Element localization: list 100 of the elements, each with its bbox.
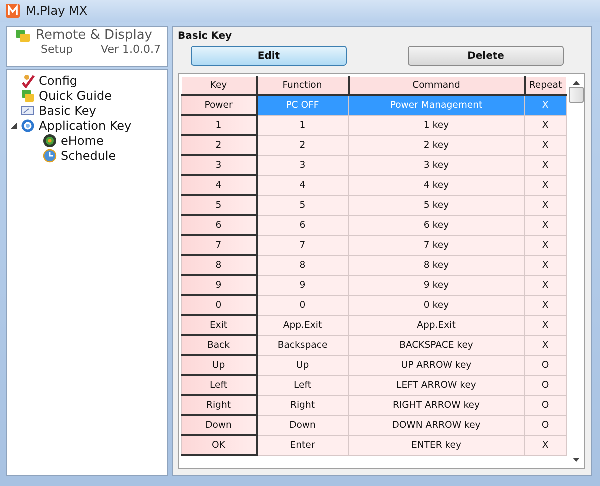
table-cell: 8	[256, 255, 348, 275]
table-row[interactable]: Back Backspace BACKSPACE key X	[182, 335, 566, 355]
table-cell: 5	[182, 195, 256, 215]
table-cell: UP ARROW key	[348, 355, 524, 375]
table-row[interactable]: 1 1 1 key X	[182, 115, 566, 135]
table-cell: O	[524, 375, 566, 395]
table-cell: 5	[256, 195, 348, 215]
table-cell: 4	[256, 175, 348, 195]
table-cell: 0	[256, 295, 348, 315]
table-row[interactable]: 5 5 5 key X	[182, 195, 566, 215]
tree-item[interactable]: Quick Guide	[38, 88, 113, 102]
table-cell: 2	[182, 135, 256, 155]
table-row[interactable]: Left Left LEFT ARROW key O	[182, 375, 566, 395]
tree-item[interactable]: Basic Key	[38, 104, 98, 118]
table-cell: Right	[256, 395, 348, 415]
action-button[interactable]: Edit	[191, 46, 347, 66]
window-title: M.Play MX	[26, 4, 88, 18]
table-cell: 0	[182, 295, 256, 315]
windows-icon	[21, 88, 35, 102]
table-cell: Left	[182, 375, 256, 395]
table-cell: Power Management	[348, 95, 524, 115]
table-cell: 0 key	[348, 295, 524, 315]
table-cell: 9	[182, 275, 256, 295]
table-row[interactable]: Right Right RIGHT ARROW key O	[182, 395, 566, 415]
table-cell: Down	[182, 415, 256, 435]
table-cell: 8	[182, 255, 256, 275]
table-row[interactable]: 8 8 8 key X	[182, 255, 566, 275]
app-name: Remote & Display	[36, 28, 152, 43]
table-cell: OK	[182, 435, 256, 455]
table-cell: O	[524, 355, 566, 375]
table-cell: X	[524, 115, 566, 135]
table-cell: 7 key	[348, 235, 524, 255]
scroll-thumb[interactable]	[569, 87, 584, 103]
version-label: Ver 1.0.0.7	[101, 43, 161, 56]
table-cell: X	[524, 175, 566, 195]
table-cell: DOWN ARROW key	[348, 415, 524, 435]
table-cell: X	[524, 295, 566, 315]
tree-item[interactable]: eHome	[60, 134, 105, 148]
table-cell: Enter	[256, 435, 348, 455]
table-cell: App.Exit	[348, 315, 524, 335]
table-cell: App.Exit	[256, 315, 348, 335]
table-cell: X	[524, 95, 566, 115]
tree-item[interactable]: Application Key	[38, 118, 133, 132]
table-cell: 4 key	[348, 175, 524, 195]
table-row[interactable]: OK Enter ENTER key X	[182, 435, 566, 455]
table-cell: X	[524, 435, 566, 455]
action-button[interactable]: Delete	[408, 46, 564, 66]
table-row[interactable]: Down Down DOWN ARROW key O	[182, 415, 566, 435]
keyboard-icon	[21, 104, 35, 118]
table-row[interactable]: Exit App.Exit App.Exit X	[182, 315, 566, 335]
table-cell: X	[524, 275, 566, 295]
table-cell: Exit	[182, 315, 256, 335]
clock-icon	[43, 148, 57, 162]
table-cell: X	[524, 335, 566, 355]
table-cell: X	[524, 315, 566, 335]
table-row[interactable]: 4 4 4 key X	[182, 175, 566, 195]
table-row[interactable]: 2 2 2 key X	[182, 135, 566, 155]
table-row[interactable]: Up Up UP ARROW key O	[182, 355, 566, 375]
table-cell: 3	[256, 155, 348, 175]
table-row[interactable]: 6 6 6 key X	[182, 215, 566, 235]
user-check-icon	[21, 74, 35, 88]
table-cell: 3 key	[348, 155, 524, 175]
column-header: Function	[256, 76, 348, 95]
table-cell: Right	[182, 395, 256, 415]
table-cell: 7	[182, 235, 256, 255]
table-cell: Down	[256, 415, 348, 435]
table-cell: 9	[256, 275, 348, 295]
table-cell: ENTER key	[348, 435, 524, 455]
table-cell: 5 key	[348, 195, 524, 215]
table-cell: 9 key	[348, 275, 524, 295]
table-cell: Left	[256, 375, 348, 395]
table-cell: Up	[182, 355, 256, 375]
table-row[interactable]: 3 3 3 key X	[182, 155, 566, 175]
scroll-down-icon[interactable]	[573, 458, 580, 462]
table-cell: 7	[256, 235, 348, 255]
table-cell: 1 key	[348, 115, 524, 135]
column-header: Key	[182, 76, 256, 95]
table-cell: Up	[256, 355, 348, 375]
table-row[interactable]: Power PC OFF Power Management X	[182, 95, 566, 115]
tree-item[interactable]: Config	[38, 74, 79, 88]
tree-item[interactable]: Schedule	[60, 148, 118, 162]
table-row[interactable]: 9 9 9 key X	[182, 275, 566, 295]
table-cell: 4	[182, 175, 256, 195]
column-header: Repeat	[524, 76, 566, 95]
table-cell: 2 key	[348, 135, 524, 155]
table-row[interactable]: 0 0 0 key X	[182, 295, 566, 315]
panel-title: Basic Key	[178, 31, 234, 43]
table-row[interactable]: 7 7 7 key X	[182, 235, 566, 255]
table-cell: X	[524, 135, 566, 155]
table-cell: 6 key	[348, 215, 524, 235]
table-cell: LEFT ARROW key	[348, 375, 524, 395]
table-cell: 3	[182, 155, 256, 175]
table-cell: O	[524, 395, 566, 415]
app-logo-icon	[6, 4, 20, 18]
table-cell: Backspace	[256, 335, 348, 355]
table-cell: 2	[256, 135, 348, 155]
scroll-up-icon[interactable]	[573, 81, 580, 85]
table-cell: X	[524, 155, 566, 175]
collapse-icon[interactable]	[11, 123, 17, 129]
table-cell: Power	[182, 95, 256, 115]
